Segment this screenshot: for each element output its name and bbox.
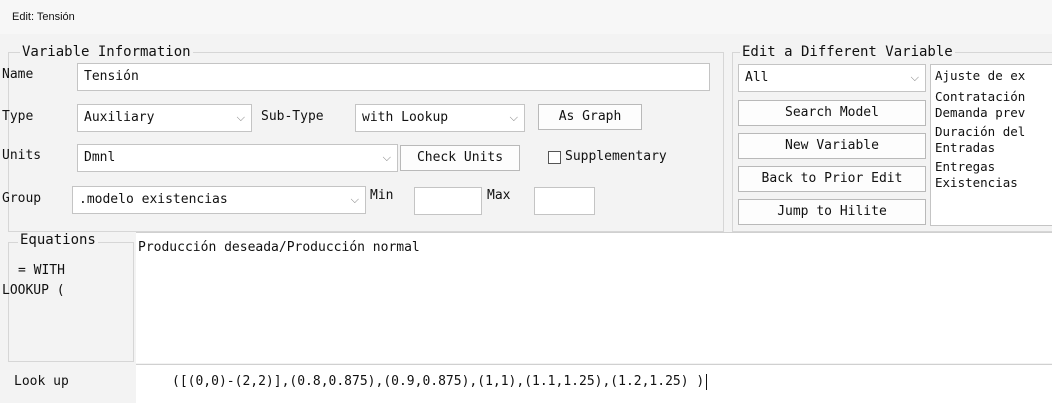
equation-prefix-line1: = WITH <box>18 263 65 278</box>
variable-information-legend: Variable Information <box>20 44 193 60</box>
subtype-select[interactable]: with Lookup ⌵ <box>355 104 525 132</box>
type-label: Type <box>2 109 34 124</box>
new-variable-button[interactable]: New Variable <box>738 133 926 159</box>
type-select-value: Auxiliary <box>84 110 155 125</box>
list-item[interactable]: Entradas <box>931 140 1052 156</box>
as-graph-button[interactable]: As Graph <box>538 104 642 130</box>
group-select[interactable]: .modelo existencias ⌵ <box>72 186 366 214</box>
text-caret <box>706 373 708 390</box>
list-item[interactable]: Contratación <box>931 89 1052 105</box>
equation-prefix-line2: LOOKUP ( <box>2 283 65 298</box>
edit-different-variable-legend: Edit a Different Variable <box>740 44 955 60</box>
name-field[interactable]: Tensión <box>77 63 710 91</box>
equations-legend: Equations <box>18 232 98 248</box>
back-to-prior-edit-button[interactable]: Back to Prior Edit <box>738 166 926 192</box>
subtype-select-value: with Lookup <box>362 110 449 125</box>
list-item[interactable]: Demanda prev <box>931 105 1052 121</box>
max-label: Max <box>487 188 511 203</box>
jump-to-hilite-button[interactable]: Jump to Hilite <box>738 199 926 225</box>
search-model-button[interactable]: Search Model <box>738 100 926 126</box>
supplementary-label[interactable]: Supplementary <box>565 148 667 166</box>
check-units-button[interactable]: Check Units <box>400 145 520 171</box>
supplementary-checkbox[interactable] <box>548 151 561 164</box>
chevron-down-icon: ⌵ <box>910 71 919 84</box>
group-label: Group <box>2 191 42 206</box>
group-select-value: .modelo existencias <box>79 192 228 207</box>
variable-filter-value: All <box>745 70 769 85</box>
lookup-label: Look up <box>14 374 69 389</box>
units-select-value: Dmnl <box>84 150 116 165</box>
list-item[interactable]: Ajuste de ex <box>931 68 1052 84</box>
units-label: Units <box>2 148 42 163</box>
equation-text: Producción deseada/Producción normal <box>138 240 420 255</box>
name-field-value: Tensión <box>84 69 139 84</box>
type-select[interactable]: Auxiliary ⌵ <box>77 104 252 132</box>
chevron-down-icon: ⌵ <box>350 193 359 206</box>
variable-filter-select[interactable]: All ⌵ <box>738 64 926 92</box>
list-item[interactable]: Entregas <box>931 159 1052 175</box>
subtype-label: Sub-Type <box>261 109 324 124</box>
units-select[interactable]: Dmnl ⌵ <box>77 144 398 172</box>
lookup-text: ([(0,0)-(2,2)],(0.8,0.875),(0.9,0.875),(… <box>172 374 705 389</box>
max-field[interactable] <box>534 187 595 215</box>
lookup-editor[interactable]: ([(0,0)-(2,2)],(0.8,0.875),(0.9,0.875),(… <box>136 364 1052 403</box>
list-item[interactable]: Duración del <box>931 124 1052 140</box>
window-title: Edit: Tensión <box>0 0 1052 34</box>
chevron-down-icon: ⌵ <box>509 111 518 124</box>
chevron-down-icon: ⌵ <box>236 111 245 124</box>
name-label: Name <box>2 67 34 82</box>
equation-editor[interactable]: Producción deseada/Producción normal <box>136 232 1052 363</box>
list-item[interactable]: Existencias <box>931 175 1052 191</box>
min-label: Min <box>370 188 394 203</box>
min-field[interactable] <box>414 187 482 215</box>
variable-list[interactable]: Ajuste de ex Contratación Demanda prev D… <box>930 64 1052 226</box>
equations-group <box>8 242 134 362</box>
chevron-down-icon: ⌵ <box>382 151 391 164</box>
